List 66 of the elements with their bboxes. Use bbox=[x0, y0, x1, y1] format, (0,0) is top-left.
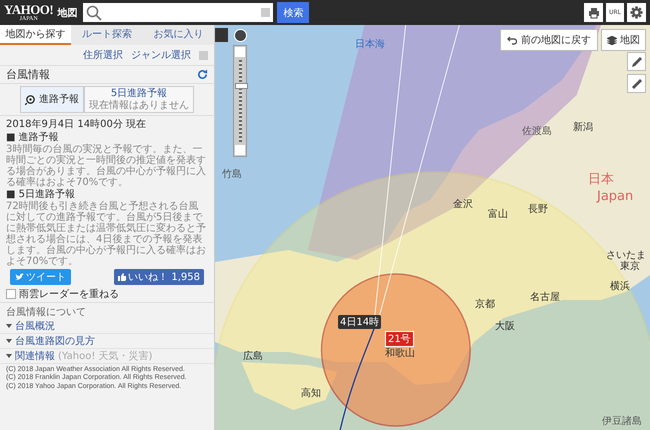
zoom-slider[interactable] bbox=[233, 45, 247, 157]
place-label: 名古屋 bbox=[530, 293, 560, 303]
section-text: 3時間毎の台風の実況と予報です。また、一時間ごとの実況と一時間後の推定値を発表する場合があります。台風の中心が予報円に入る確率はおよそ70%です。 bbox=[5, 144, 207, 188]
place-label: 竹島 bbox=[222, 170, 242, 180]
place-label: 富山 bbox=[488, 210, 508, 220]
filter-link[interactable]: ジャンル選択 bbox=[131, 48, 191, 62]
layer-button[interactable]: 地図 bbox=[601, 29, 646, 51]
search-field[interactable] bbox=[83, 3, 274, 22]
ruler-button[interactable] bbox=[627, 74, 646, 93]
about-title: 台風情報について bbox=[5, 306, 87, 319]
expand-icon[interactable] bbox=[6, 354, 12, 358]
link-note: (Yahoo! 天気・災害) bbox=[58, 350, 152, 363]
search-button[interactable]: 検索 bbox=[277, 2, 310, 23]
place-label: 佐渡島 bbox=[522, 127, 552, 137]
place-label: 大阪 bbox=[495, 322, 515, 332]
tweet-button[interactable]: ツイート bbox=[10, 269, 71, 285]
place-label: 日本海 bbox=[355, 40, 385, 50]
thumbs-up-icon bbox=[118, 273, 126, 281]
info-link[interactable]: 関連情報 bbox=[15, 349, 55, 363]
typhoon-time-label: 4日14時 bbox=[338, 315, 382, 329]
place-label: 横浜 bbox=[610, 282, 630, 292]
info-link[interactable]: 台風進路図の見方 bbox=[15, 334, 95, 348]
print-button[interactable] bbox=[584, 3, 604, 22]
place-label: 和歌山 bbox=[385, 349, 415, 359]
bird-icon bbox=[15, 273, 24, 281]
search-icon bbox=[86, 4, 102, 20]
checkbox-label: 雨雲レーダーを重ねる bbox=[19, 288, 119, 301]
section-text: 72時間後も引き続き台風と予想される台風に対しての進路予報です。台風が5日後までに熱帯低気圧または温帯低気圧に変わると予想される場合には、4日後までの予報を発表します。台風の中心が予報円に入る確率はおよそ70%です。 bbox=[5, 201, 207, 268]
panel-title: 台風情報 bbox=[6, 67, 50, 82]
section-heading: ■ 進路予報 bbox=[5, 132, 60, 144]
expand-icon[interactable] bbox=[6, 339, 12, 343]
place-label: 日本 bbox=[588, 173, 614, 186]
pencil-icon bbox=[630, 56, 642, 68]
like-button[interactable]: いいね！ 1,958 bbox=[114, 269, 204, 285]
settings-icon bbox=[630, 6, 643, 19]
forecast-tab[interactable]: 5日進路予報 現在情報はありません bbox=[84, 86, 194, 113]
back-button[interactable]: 前の地図に戻す bbox=[500, 29, 598, 51]
typhoon-icon bbox=[25, 94, 36, 105]
info-link[interactable]: 台風概況 bbox=[15, 319, 55, 333]
place-label: 伊豆諸島 bbox=[602, 417, 642, 427]
settings-button[interactable] bbox=[627, 3, 646, 22]
typhoon-number-label: 21号 bbox=[385, 331, 414, 347]
service-name: 地図 bbox=[57, 6, 78, 20]
return-arrow-icon bbox=[507, 36, 517, 44]
place-label: 新潟 bbox=[573, 123, 593, 133]
printer-icon bbox=[588, 6, 600, 18]
section-heading: ■ 5日進路予報 bbox=[5, 189, 76, 200]
place-label: さいたま bbox=[606, 251, 646, 261]
filter-link[interactable]: 住所選択 bbox=[83, 48, 123, 62]
place-label: 京都 bbox=[475, 300, 495, 310]
expand-icon[interactable] bbox=[6, 324, 12, 328]
place-label: 金沢 bbox=[453, 200, 473, 210]
refresh-icon[interactable] bbox=[197, 69, 208, 80]
radar-checkbox[interactable] bbox=[6, 289, 16, 299]
place-label: 高知 bbox=[301, 389, 321, 399]
place-label: 東京 bbox=[620, 262, 640, 272]
place-label: Japan bbox=[597, 190, 634, 203]
place-label: 長野 bbox=[528, 205, 548, 215]
timestamp-text: 2018年9月4日 14時00分 現在 bbox=[5, 118, 147, 132]
zoom-handle[interactable] bbox=[234, 83, 248, 90]
forecast-tab[interactable]: 進路予報 bbox=[20, 86, 84, 113]
ruler-icon bbox=[630, 78, 642, 90]
place-label: 広島 bbox=[243, 352, 263, 362]
layers-icon bbox=[607, 36, 617, 44]
sidebar-tab[interactable]: 地図から探す bbox=[0, 25, 72, 45]
pencil-button[interactable] bbox=[627, 52, 646, 71]
